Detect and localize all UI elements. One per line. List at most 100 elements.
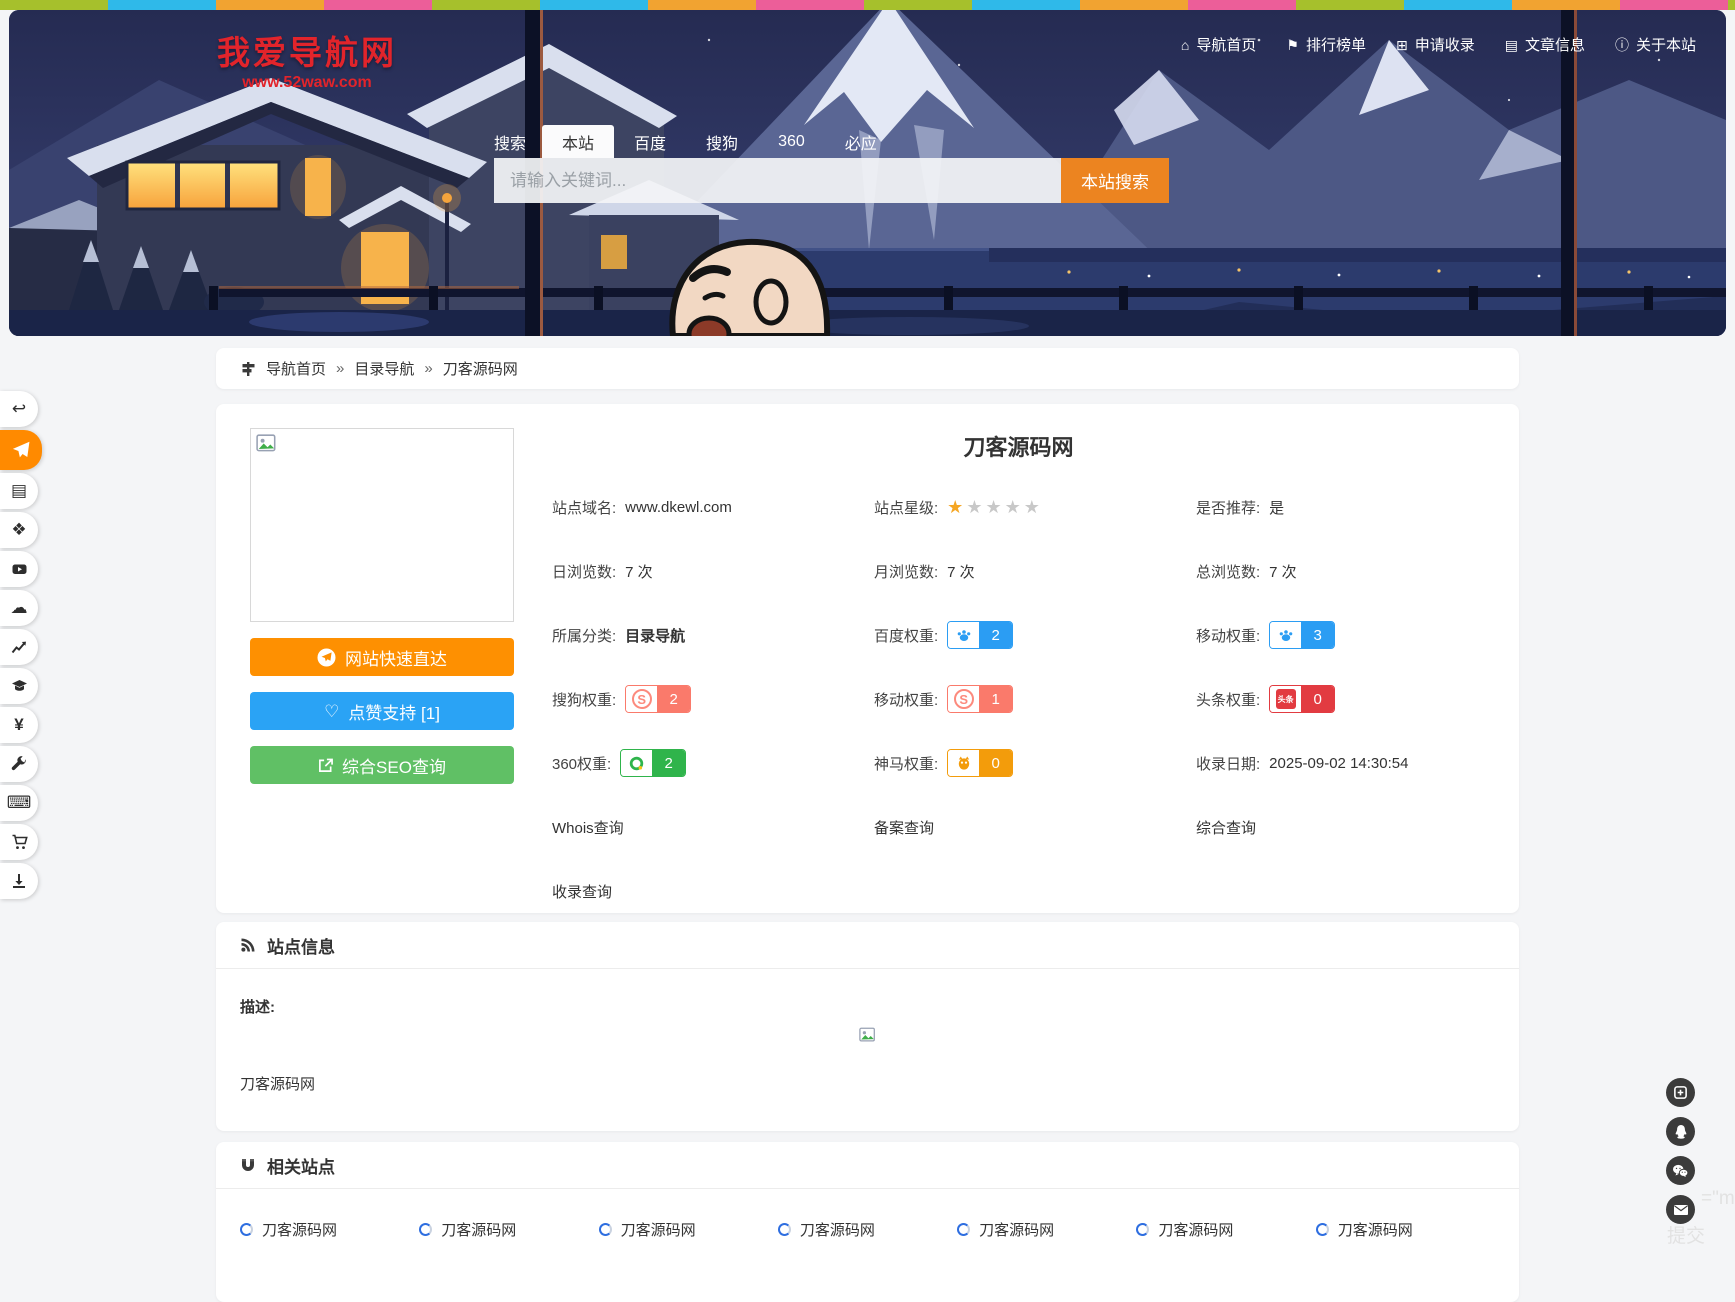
nav-item-rank[interactable]: ⚑ 排行榜单 xyxy=(1286,34,1366,55)
sogou-icon: S xyxy=(948,686,979,712)
sidebar-item-edu[interactable] xyxy=(0,668,38,704)
field-label: 站点星级: xyxy=(874,497,938,518)
nav-item-submit[interactable]: ⊞ 申请收录 xyxy=(1396,34,1475,55)
logo-title: 我爱导航网 xyxy=(217,26,397,74)
sidebar-item-back[interactable]: ↩ xyxy=(0,391,38,427)
description-image-wrap xyxy=(240,1027,1495,1049)
related-site-label: 刀客源码网 xyxy=(621,1219,696,1240)
search-input[interactable] xyxy=(494,158,1061,203)
tab-360[interactable]: 360 xyxy=(758,125,825,158)
cubes-icon: ❖ xyxy=(11,520,26,540)
weight-value: 2 xyxy=(979,622,1012,648)
qq-button[interactable] xyxy=(1666,1117,1695,1146)
sidebar-item-keyboard[interactable]: ⌨ xyxy=(0,785,38,821)
related-site-label: 刀客源码网 xyxy=(1338,1219,1413,1240)
field-value: 7 次 xyxy=(625,561,653,582)
sidebar-item-apps[interactable]: ❖ xyxy=(0,512,38,548)
hero-banner: 我爱导航网 www.52waw.com ⌂ 导航首页 ⚑ 排行榜单 ⊞ 申请收录… xyxy=(9,10,1726,336)
wechat-button[interactable] xyxy=(1666,1156,1695,1185)
site-info-title: 站点信息 xyxy=(267,933,335,958)
field-daily-views: 日浏览数: 7 次 xyxy=(552,561,874,582)
tab-bing[interactable]: 必应 xyxy=(825,125,897,158)
360-weight-badge[interactable]: 2 xyxy=(620,749,686,777)
nav-label: 申请收录 xyxy=(1415,34,1475,55)
breadcrumb-section[interactable]: 目录导航 xyxy=(354,358,414,379)
sidebar-item-tools[interactable] xyxy=(0,746,38,782)
tab-sogou[interactable]: 搜狗 xyxy=(686,125,758,158)
weight-value: 3 xyxy=(1301,622,1334,648)
yen-icon: ¥ xyxy=(14,715,23,735)
graduation-cap-icon xyxy=(11,678,28,694)
nav-label: 关于本站 xyxy=(1636,34,1696,55)
add-button[interactable] xyxy=(1666,1078,1695,1107)
whois-query-link[interactable]: Whois查询 xyxy=(552,817,874,838)
field-label: 移动权重: xyxy=(874,689,938,710)
related-site-label: 刀客源码网 xyxy=(979,1219,1054,1240)
breadcrumb: 导航首页 » 目录导航 » 刀客源码网 xyxy=(216,348,1519,389)
query-link-label: 备案查询 xyxy=(874,817,934,838)
site-logo[interactable]: 我爱导航网 www.52waw.com xyxy=(217,26,397,92)
toutiao-weight-badge[interactable]: 头条 0 xyxy=(1269,685,1335,713)
like-button[interactable]: ♡ 点赞支持 [1] xyxy=(250,692,514,730)
visit-site-button[interactable]: 网站快速直达 xyxy=(250,638,514,676)
sogou-mobile-weight-badge[interactable]: S 1 xyxy=(947,685,1013,713)
nav-item-about[interactable]: ⓘ 关于本站 xyxy=(1615,34,1696,55)
sogou-weight-badge[interactable]: S 2 xyxy=(625,685,691,713)
field-label: 站点域名: xyxy=(552,497,616,518)
field-label: 360权重: xyxy=(552,753,611,774)
field-label: 神马权重: xyxy=(874,753,938,774)
favicon-placeholder-icon xyxy=(1316,1223,1329,1236)
wrench-icon xyxy=(11,756,27,772)
sidebar-item-cloud[interactable]: ☁ xyxy=(0,590,38,626)
sidebar-item-article[interactable]: ▤ xyxy=(0,473,38,509)
baidu-mobile-weight-badge[interactable]: 3 xyxy=(1269,621,1335,649)
field-label: 所属分类: xyxy=(552,625,616,646)
category-link[interactable]: 目录导航 xyxy=(625,625,685,646)
query-link-label: 收录查询 xyxy=(552,881,612,902)
tab-local-site[interactable]: 本站 xyxy=(542,125,614,158)
field-star-rating: 站点星级: ★★★★★ xyxy=(874,497,1196,518)
baidu-weight-badge[interactable]: 2 xyxy=(947,621,1013,649)
site-title: 刀客源码网 xyxy=(552,430,1485,462)
video-play-icon xyxy=(11,561,28,577)
related-site-link[interactable]: 刀客源码网 xyxy=(1136,1219,1315,1240)
tab-baidu[interactable]: 百度 xyxy=(614,125,686,158)
sidebar-item-shop[interactable] xyxy=(0,824,38,860)
related-sites-title: 相关站点 xyxy=(267,1153,335,1178)
related-site-link[interactable]: 刀客源码网 xyxy=(240,1219,419,1240)
sidebar-item-video[interactable] xyxy=(0,551,38,587)
breadcrumb-current: 刀客源码网 xyxy=(443,358,518,379)
baidu-paw-icon xyxy=(1270,622,1301,648)
sidebar-item-download[interactable] xyxy=(0,863,38,899)
chart-line-icon xyxy=(11,639,27,655)
zonghe-query-link[interactable]: 综合查询 xyxy=(1196,817,1485,838)
shoulu-query-link[interactable]: 收录查询 xyxy=(552,881,874,902)
search-module: 搜索 本站 百度 搜狗 360 必应 本站搜索 xyxy=(494,125,1169,203)
baidu-paw-icon xyxy=(948,622,979,648)
shenma-weight-badge[interactable]: 0 xyxy=(947,749,1013,777)
mail-button[interactable] xyxy=(1666,1195,1695,1224)
search-button[interactable]: 本站搜索 xyxy=(1061,158,1169,203)
seo-query-button[interactable]: 综合SEO查询 xyxy=(250,746,514,784)
site-thumbnail-column: 网站快速直达 ♡ 点赞支持 [1] 综合SEO查询 xyxy=(250,428,514,889)
nav-item-articles[interactable]: ▤ 文章信息 xyxy=(1505,34,1585,55)
related-site-link[interactable]: 刀客源码网 xyxy=(419,1219,598,1240)
field-total-views: 总浏览数: 7 次 xyxy=(1196,561,1485,582)
related-site-link[interactable]: 刀客源码网 xyxy=(957,1219,1136,1240)
breadcrumb-home[interactable]: 导航首页 xyxy=(266,358,326,379)
search-tabs: 搜索 本站 百度 搜狗 360 必应 xyxy=(494,125,1169,158)
related-site-link[interactable]: 刀客源码网 xyxy=(599,1219,778,1240)
weight-value: 0 xyxy=(1301,686,1334,712)
sidebar-item-pay[interactable]: ¥ xyxy=(0,707,38,743)
sidebar-item-quick-visit[interactable] xyxy=(0,430,42,470)
related-sites-header: 相关站点 xyxy=(216,1142,1519,1189)
related-site-link[interactable]: 刀客源码网 xyxy=(1316,1219,1495,1240)
top-navigation: ⌂ 导航首页 ⚑ 排行榜单 ⊞ 申请收录 ▤ 文章信息 ⓘ 关于本站 xyxy=(1181,34,1696,55)
broken-image-icon xyxy=(256,434,278,459)
logo-subtitle: www.52waw.com xyxy=(217,74,397,92)
rss-icon xyxy=(240,937,256,953)
related-site-link[interactable]: 刀客源码网 xyxy=(778,1219,957,1240)
nav-item-home[interactable]: ⌂ 导航首页 xyxy=(1181,34,1256,55)
sidebar-item-stats[interactable] xyxy=(0,629,38,665)
beian-query-link[interactable]: 备案查询 xyxy=(874,817,1196,838)
